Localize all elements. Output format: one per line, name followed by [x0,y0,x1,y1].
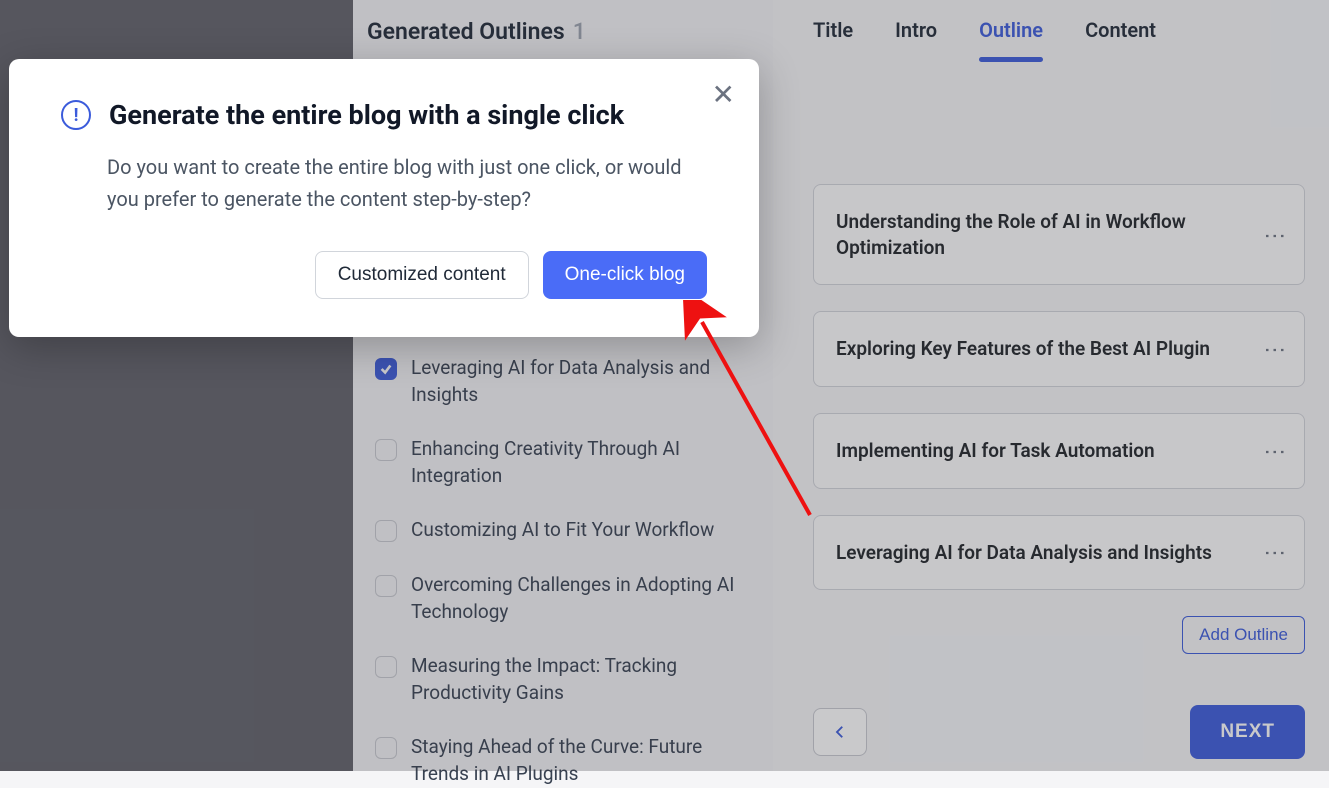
list-item[interactable]: Enhancing Creativity Through AI Integrat… [375,436,740,489]
more-icon[interactable]: ⋮ [1265,225,1282,245]
card-label: Understanding the Role of AI in Workflow… [836,209,1265,260]
outline-checklist: Leveraging AI for Data Analysis and Insi… [367,355,748,788]
content-tabs: Title Intro Outline Content [813,18,1305,56]
content-panel: Title Intro Outline Content Understandin… [773,0,1329,771]
more-icon[interactable]: ⋮ [1265,542,1282,562]
info-icon: ! [61,100,91,130]
card-label: Exploring Key Features of the Best AI Pl… [836,336,1265,362]
card-label: Implementing AI for Task Automation [836,438,1265,464]
close-icon[interactable]: ✕ [712,81,735,109]
outline-card[interactable]: Implementing AI for Task Automation ⋮ [813,413,1305,489]
back-button[interactable] [813,708,867,756]
chevron-left-icon [831,723,849,741]
outline-card[interactable]: Understanding the Role of AI in Workflow… [813,184,1305,285]
checkbox-icon[interactable] [375,358,397,380]
outlines-header: Generated Outlines 1 [367,18,748,45]
outline-label: Measuring the Impact: Tracking Productiv… [411,653,740,706]
checkbox-icon[interactable] [375,656,397,678]
list-item[interactable]: Staying Ahead of the Curve: Future Trend… [375,734,740,787]
next-button[interactable]: NEXT [1190,705,1305,759]
tab-intro[interactable]: Intro [895,18,937,56]
one-click-blog-button[interactable]: One-click blog [543,251,707,299]
outline-card[interactable]: Exploring Key Features of the Best AI Pl… [813,311,1305,387]
modal-body: Do you want to create the entire blog wi… [107,151,717,215]
more-icon[interactable]: ⋮ [1265,441,1282,461]
generate-blog-modal: ✕ ! Generate the entire blog with a sing… [9,59,759,337]
footer-bar: NEXT [813,687,1305,771]
tab-content[interactable]: Content [1085,18,1156,56]
checkbox-icon[interactable] [375,575,397,597]
outline-cards: Understanding the Role of AI in Workflow… [813,184,1305,654]
outline-label: Leveraging AI for Data Analysis and Insi… [411,355,740,408]
tab-outline[interactable]: Outline [979,18,1043,56]
outlines-count: 1 [573,18,586,45]
outline-label: Enhancing Creativity Through AI Integrat… [411,436,740,489]
outlines-title: Generated Outlines [367,18,565,45]
tab-title[interactable]: Title [813,18,853,56]
checkbox-icon[interactable] [375,737,397,759]
outline-label: Staying Ahead of the Curve: Future Trend… [411,734,740,787]
list-item[interactable]: Customizing AI to Fit Your Workflow [375,517,740,544]
add-outline-button[interactable]: Add Outline [1182,616,1305,654]
outline-label: Customizing AI to Fit Your Workflow [411,517,714,544]
list-item[interactable]: Measuring the Impact: Tracking Productiv… [375,653,740,706]
outline-label: Overcoming Challenges in Adopting AI Tec… [411,572,740,625]
list-item[interactable]: Overcoming Challenges in Adopting AI Tec… [375,572,740,625]
checkbox-icon[interactable] [375,520,397,542]
list-item[interactable]: Leveraging AI for Data Analysis and Insi… [375,355,740,408]
modal-title: Generate the entire blog with a single c… [109,99,624,131]
more-icon[interactable]: ⋮ [1265,339,1282,359]
checkbox-icon[interactable] [375,439,397,461]
customized-content-button[interactable]: Customized content [315,251,529,299]
card-label: Leveraging AI for Data Analysis and Insi… [836,540,1265,566]
outline-card[interactable]: Leveraging AI for Data Analysis and Insi… [813,515,1305,591]
